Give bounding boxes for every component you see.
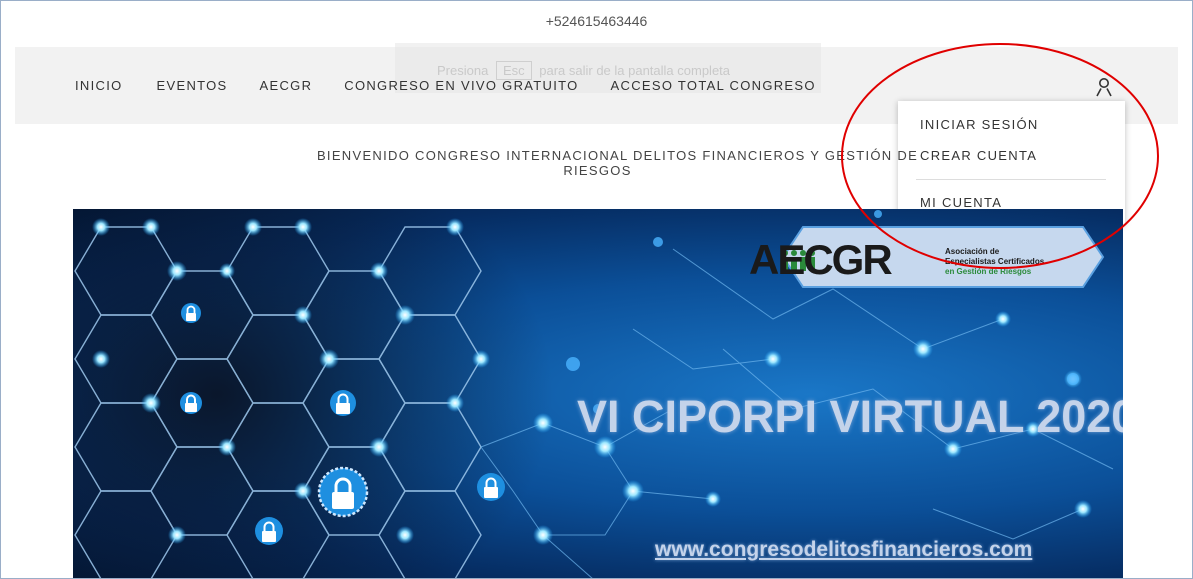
- nav-item-aecgr[interactable]: AECGR: [260, 78, 313, 93]
- banner-title: VI CIPORPI VIRTUAL 2020: [577, 391, 1123, 442]
- toast-pre-text: Presiona: [437, 63, 489, 78]
- red-annotation-circle: [841, 43, 1159, 269]
- nav-item-eventos[interactable]: EVENTOS: [157, 78, 228, 93]
- banner-url[interactable]: www.congresodelitosfinancieros.com: [655, 538, 1032, 562]
- phone-number[interactable]: +524615463446: [546, 13, 648, 29]
- nav-item-inicio[interactable]: INICIO: [75, 78, 123, 93]
- nav-item-acceso-total[interactable]: ACCESO TOTAL CONGRESO: [611, 78, 816, 93]
- browser-viewport: +524615463446 Presiona Esc para salir de…: [0, 0, 1193, 579]
- nav-item-congreso-en-vivo[interactable]: CONGRESO EN VIVO GRATUITO: [344, 78, 578, 93]
- welcome-line-2: RIESGOS: [563, 163, 632, 178]
- nav-menu: INICIO EVENTOS AECGR CONGRESO EN VIVO GR…: [75, 78, 848, 93]
- toast-post-text: para salir de la pantalla completa: [539, 63, 731, 78]
